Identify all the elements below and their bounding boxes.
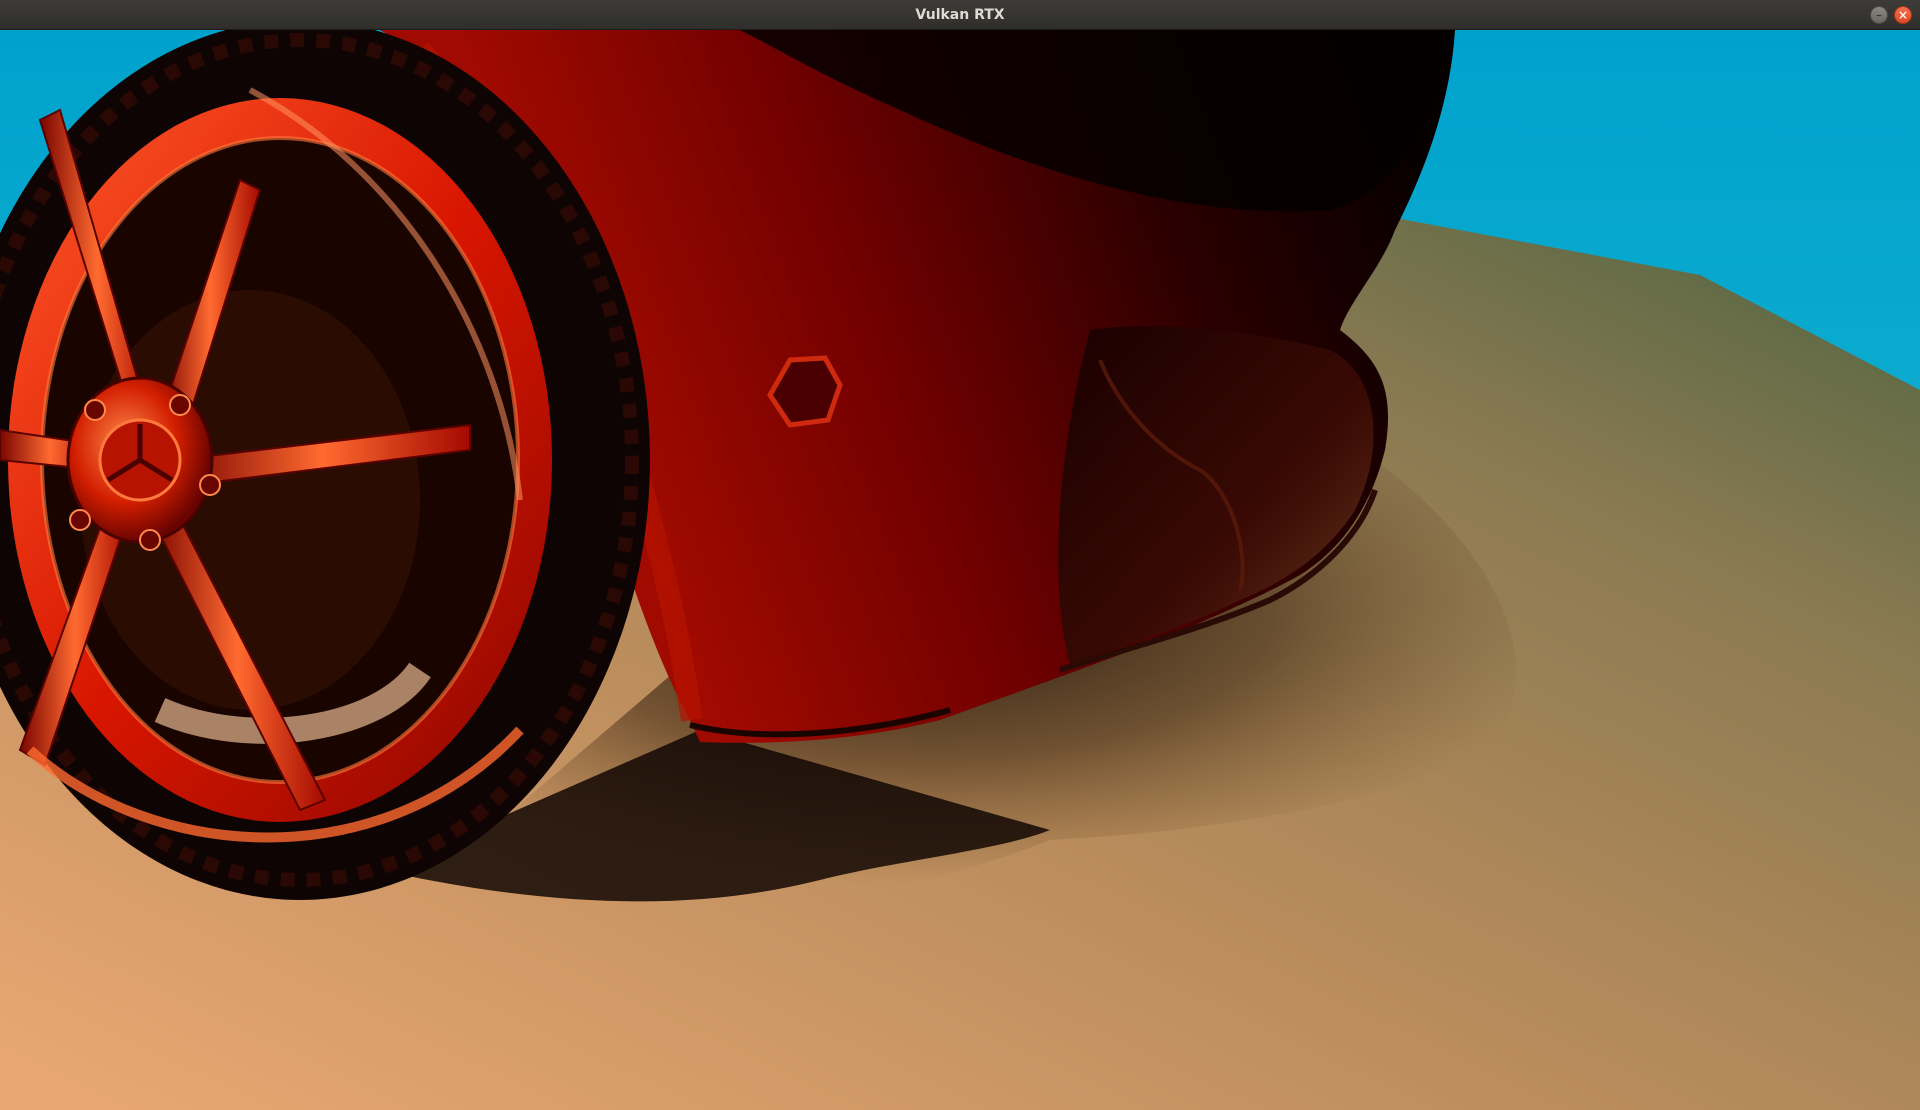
close-icon: × <box>1897 8 1909 22</box>
title-bar[interactable]: Vulkan RTX – × <box>0 0 1920 30</box>
close-button[interactable]: × <box>1894 6 1912 24</box>
minimize-icon: – <box>1876 8 1882 22</box>
minimize-button[interactable]: – <box>1870 6 1888 24</box>
window-title: Vulkan RTX <box>915 7 1005 23</box>
rendered-scene <box>0 30 1920 1110</box>
app-window: Vulkan RTX – × <box>0 0 1920 1110</box>
render-viewport[interactable] <box>0 30 1920 1110</box>
window-controls: – × <box>1870 6 1912 24</box>
